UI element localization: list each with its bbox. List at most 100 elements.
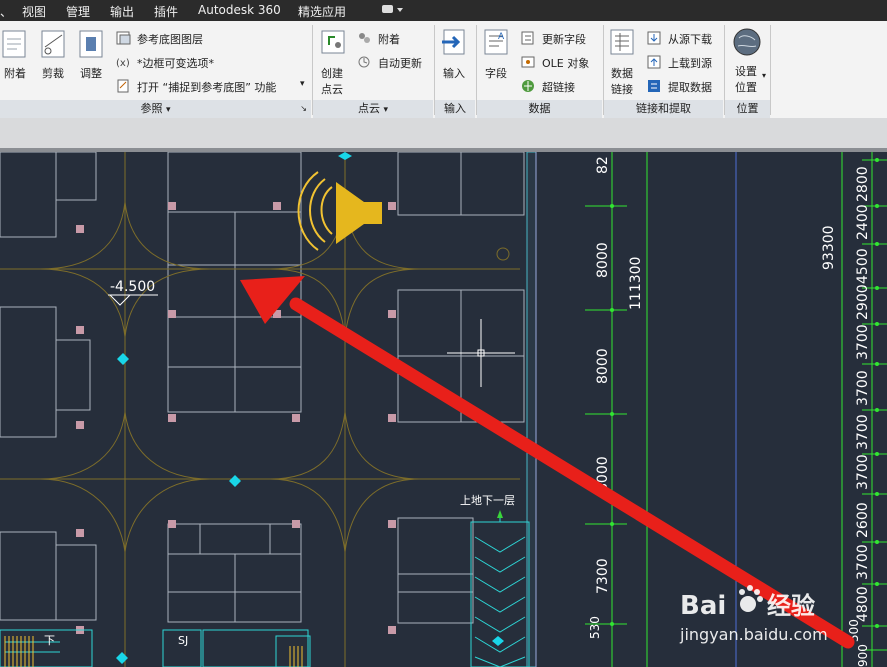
panel-import: 输入 输入 (435, 21, 475, 118)
dim-text: 2400 (855, 204, 871, 240)
level-marker (108, 294, 158, 306)
baidu-watermark: Bai 经验 jingyan.baidu.com (679, 585, 828, 644)
update-fields-button[interactable]: 更新字段 (542, 31, 586, 47)
svg-text:(x): (x) (116, 58, 130, 69)
adjust-button[interactable]: 调整 (80, 65, 102, 81)
clip-icon (40, 27, 68, 65)
attach-button[interactable]: 附着 (4, 65, 26, 81)
data-link-icon (608, 27, 638, 61)
upload-to-source-button[interactable]: 上载到源 (668, 55, 712, 71)
set-location-button-line1[interactable]: 设置 (735, 63, 757, 79)
dim-text-total-right: 93300 (821, 225, 837, 270)
dim-text: 82 (595, 156, 611, 174)
underlay-layers-icon (116, 30, 132, 49)
panel-title-data: 数据 (477, 100, 602, 118)
watermark-brand: Bai (680, 591, 726, 621)
dim-text: 7300 (595, 558, 611, 594)
dim-text: 3700 (855, 370, 871, 406)
menu-item-featured-apps[interactable]: 精选应用 (298, 3, 346, 20)
auto-update-icon (357, 54, 373, 73)
extract-data-icon (647, 78, 663, 97)
frame-variable-icon: (x) (116, 54, 132, 73)
panel-title-reference-label: 参照 (140, 102, 163, 115)
panel-separator (770, 25, 771, 115)
file-tabs-strip (0, 118, 887, 149)
underlay-layers-button[interactable]: 参考底图图层 (137, 31, 203, 47)
speaker-icon (297, 171, 382, 251)
panel-title-reference[interactable]: 参照 ▾ ↘ (0, 100, 311, 118)
panel-title-location: 位置 (725, 100, 770, 118)
frame-variable-dropdown[interactable]: *边框可变选项* (137, 55, 214, 71)
dim-text: 8000 (595, 348, 611, 384)
drawing-canvas[interactable]: -4.500 上地下一层 下 SJ 82 8000 8000 8000 7300… (0, 152, 887, 667)
room-label: 下 (44, 634, 55, 647)
snap-underlay-icon (116, 78, 132, 97)
menu-item-view[interactable]: 视图 (22, 3, 46, 20)
upload-to-source-icon (647, 54, 663, 73)
dim-text: 3700 (855, 414, 871, 450)
panel-expand-icon: ▾ (165, 105, 171, 115)
create-pointcloud-button-line2[interactable]: 点云 (321, 81, 343, 97)
dialog-launcher-icon[interactable]: ↘ (300, 100, 307, 118)
dim-text: 900 (856, 644, 870, 667)
road-band (526, 152, 537, 667)
import-button[interactable]: 输入 (443, 65, 465, 81)
panel-title-pointcloud-label: 点云 (357, 102, 380, 115)
dim-text: 2900 (855, 284, 871, 320)
parking-stalls (0, 152, 525, 624)
dimension-ticks (610, 158, 879, 628)
import-icon (440, 27, 470, 61)
pointcloud-attach-button[interactable]: 附着 (378, 31, 400, 47)
menu-item-manage[interactable]: 管理 (66, 3, 90, 20)
stair-label: 上地下一层 (460, 494, 515, 507)
crosshair-cursor-icon (447, 319, 515, 387)
menu-item-plugins[interactable]: 插件 (154, 3, 178, 20)
clip-button[interactable]: 剪裁 (42, 65, 64, 81)
panel-data: A 字段 更新字段 OLE 对象 超链接 数据 (477, 21, 602, 118)
hyperlink-icon (521, 78, 537, 97)
menu-item-partial[interactable]: 、 (0, 3, 12, 20)
dim-text: 2800 (855, 166, 871, 202)
pointcloud-attach-icon (357, 30, 373, 49)
svg-text:A: A (498, 32, 505, 42)
field-button[interactable]: 字段 (485, 65, 507, 81)
create-pointcloud-button-line1[interactable]: 创建 (321, 65, 343, 81)
dimension-text-col4: 2800 2400 4500 2900 3700 3700 3700 3700 … (847, 166, 871, 667)
field-icon: A (482, 27, 512, 61)
menu-bar: 、 视图 管理 输出 插件 Autodesk 360 精选应用 (0, 0, 887, 21)
adjust-icon (78, 27, 106, 65)
data-link-button-line2[interactable]: 链接 (611, 81, 633, 97)
dropdown-arrow-icon[interactable]: ▾ (300, 79, 305, 89)
ole-object-icon (521, 54, 537, 73)
dim-text: 4500 (855, 248, 871, 284)
snap-underlay-button[interactable]: 打开 “捕捉到参考底图” 功能 (137, 79, 276, 95)
dim-text: 530 (588, 616, 602, 639)
download-from-source-button[interactable]: 从源下载 (668, 31, 712, 47)
ribbon: 附着 剪裁 调整 参考底图图层 (x) *边框可变选项* 打开 “捕捉到参考底图… (0, 21, 887, 119)
dim-text: 8000 (595, 242, 611, 278)
menu-item-output[interactable]: 输出 (110, 3, 134, 20)
set-location-button-line2[interactable]: 位置 (735, 79, 757, 95)
dropdown-arrow-icon[interactable]: ▾ (762, 71, 766, 80)
panel-linking: 数据 链接 从源下载 上载到源 提取数据 链接和提取 (604, 21, 723, 118)
drawing-svg[interactable]: -4.500 上地下一层 下 SJ 82 8000 8000 8000 7300… (0, 152, 887, 667)
dim-text: 3700 (855, 454, 871, 490)
direction-markers (116, 152, 504, 664)
hyperlink-button[interactable]: 超链接 (542, 79, 575, 95)
data-link-button-line1[interactable]: 数据 (611, 65, 633, 81)
panel-title-linking: 链接和提取 (604, 100, 723, 118)
watermark-brand2: 经验 (767, 592, 815, 620)
auto-update-button[interactable]: 自动更新 (378, 55, 422, 71)
red-pointer-arrow (240, 276, 855, 649)
panel-reference: 附着 剪裁 调整 参考底图图层 (x) *边框可变选项* 打开 “捕捉到参考底图… (0, 21, 311, 118)
panel-title-import: 输入 (435, 100, 475, 118)
update-fields-icon (521, 30, 537, 49)
menu-item-autodesk360[interactable]: Autodesk 360 (198, 3, 281, 17)
ribbon-state-dropdown-icon[interactable] (382, 4, 404, 19)
extract-data-button[interactable]: 提取数据 (668, 79, 712, 95)
panel-title-pointcloud[interactable]: 点云 ▾ (313, 100, 433, 118)
dimension-lines (585, 152, 887, 667)
panel-location: 设置 位置 ▾ 位置 (725, 21, 770, 118)
dim-text: 3700 (855, 544, 871, 580)
ole-object-button[interactable]: OLE 对象 (542, 55, 589, 71)
